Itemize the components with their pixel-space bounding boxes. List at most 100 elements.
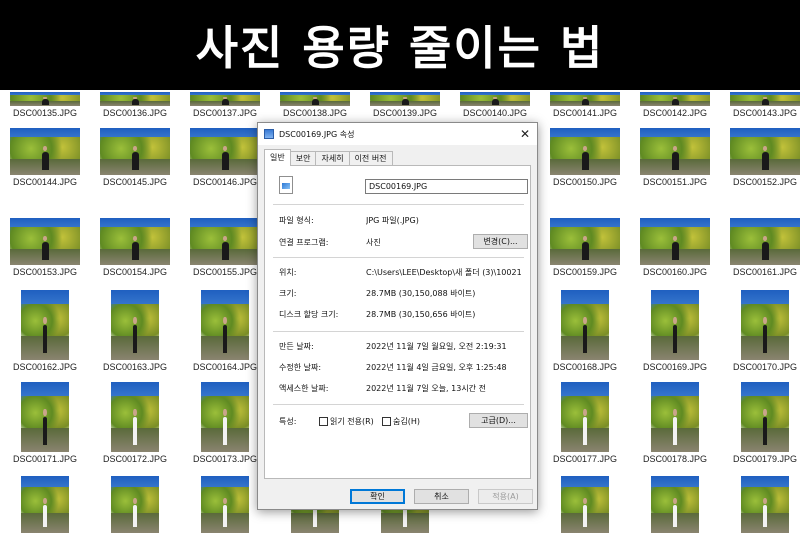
thumbnail-person xyxy=(762,408,768,445)
cancel-button[interactable]: 취소 xyxy=(414,489,469,504)
thumbnail-person xyxy=(131,97,139,105)
checkbox-box[interactable] xyxy=(382,417,391,426)
tab-general[interactable]: 일반 xyxy=(264,149,291,166)
file-name-label: DSC00171.JPG xyxy=(12,454,78,464)
photo-thumbnail xyxy=(460,92,530,106)
change-button[interactable]: 변경(C)... xyxy=(473,234,528,249)
modified-label: 수정한 날짜: xyxy=(279,363,322,372)
divider xyxy=(273,404,524,405)
file-name-label: DSC00160.JPG xyxy=(642,267,708,277)
thumbnail-person xyxy=(581,145,589,171)
photo-thumbnail xyxy=(741,290,789,360)
file-item[interactable]: DSC00177.JPG xyxy=(540,382,630,464)
photo-thumbnail xyxy=(10,128,80,175)
file-name-label: DSC00137.JPG xyxy=(192,108,258,118)
file-item[interactable] xyxy=(540,476,630,533)
file-item[interactable]: DSC00160.JPG xyxy=(630,218,720,277)
photo-thumbnail xyxy=(651,382,699,452)
file-item[interactable]: DSC00136.JPG xyxy=(90,92,180,118)
file-item[interactable]: DSC00141.JPG xyxy=(540,92,630,118)
hidden-checkbox[interactable]: 숨김(H) xyxy=(382,416,420,427)
file-item[interactable]: DSC00137.JPG xyxy=(180,92,270,118)
file-item[interactable]: DSC00169.JPG xyxy=(630,290,720,372)
file-item[interactable]: DSC00171.JPG xyxy=(0,382,90,464)
file-item[interactable]: DSC00153.JPG xyxy=(0,218,90,277)
thumbnail-person xyxy=(762,316,768,353)
file-name-label: DSC00163.JPG xyxy=(102,362,168,372)
file-item[interactable]: DSC00139.JPG xyxy=(360,92,450,118)
file-item[interactable]: DSC00172.JPG xyxy=(90,382,180,464)
photo-thumbnail xyxy=(640,218,710,265)
file-item[interactable]: DSC00142.JPG xyxy=(630,92,720,118)
thumbnail-person xyxy=(401,97,409,105)
file-item[interactable]: DSC00170.JPG xyxy=(720,290,800,372)
modified-value: 2022년 11월 4일 금요일, 오후 1:25:48 xyxy=(366,363,507,372)
divider xyxy=(273,257,524,258)
thumbnail-person xyxy=(42,497,48,528)
file-item[interactable]: DSC00159.JPG xyxy=(540,218,630,277)
photo-thumbnail xyxy=(190,92,260,106)
file-item[interactable]: DSC00150.JPG xyxy=(540,128,630,187)
readonly-checkbox[interactable]: 읽기 전용(R) xyxy=(319,416,374,427)
created-label: 만든 날짜: xyxy=(279,342,314,351)
photo-thumbnail xyxy=(111,382,159,452)
checkbox-box[interactable] xyxy=(319,417,328,426)
thumbnail-person xyxy=(582,408,588,445)
file-item[interactable]: DSC00138.JPG xyxy=(270,92,360,118)
photo-thumbnail xyxy=(651,476,699,533)
file-name-input[interactable]: DSC00169.JPG xyxy=(365,179,528,194)
file-item[interactable]: DSC00154.JPG xyxy=(90,218,180,277)
tab-details[interactable]: 자세히 xyxy=(315,151,350,166)
file-item[interactable]: DSC00179.JPG xyxy=(720,382,800,464)
tab-security[interactable]: 보안 xyxy=(289,151,317,166)
file-name-label: DSC00138.JPG xyxy=(282,108,348,118)
thumbnail-person xyxy=(41,145,49,171)
advanced-button[interactable]: 고급(D)... xyxy=(469,413,528,428)
photo-thumbnail xyxy=(550,92,620,106)
photo-thumbnail xyxy=(651,290,699,360)
thumbnail-person xyxy=(41,97,49,105)
photo-thumbnail xyxy=(730,92,800,106)
file-item[interactable] xyxy=(630,476,720,533)
thumbnail-person xyxy=(42,408,48,445)
ok-button[interactable]: 확인 xyxy=(350,489,405,504)
thumbnail-person xyxy=(671,235,679,261)
file-item[interactable]: DSC00144.JPG xyxy=(0,128,90,187)
opens-with-label: 연결 프로그램: xyxy=(279,238,329,247)
file-item[interactable]: DSC00145.JPG xyxy=(90,128,180,187)
file-item[interactable]: DSC00151.JPG xyxy=(630,128,720,187)
file-name-label: DSC00151.JPG xyxy=(642,177,708,187)
file-item[interactable]: DSC00140.JPG xyxy=(450,92,540,118)
thumbnail-person xyxy=(42,316,48,353)
dialog-titlebar[interactable]: DSC00169.JPG 속성 ✕ xyxy=(258,123,537,145)
close-icon[interactable]: ✕ xyxy=(517,126,533,142)
file-item[interactable]: DSC00168.JPG xyxy=(540,290,630,372)
file-item[interactable]: DSC00161.JPG xyxy=(720,218,800,277)
file-item[interactable] xyxy=(90,476,180,533)
photo-thumbnail xyxy=(561,382,609,452)
photo-thumbnail xyxy=(550,218,620,265)
photo-thumbnail xyxy=(21,290,69,360)
file-name-label: DSC00161.JPG xyxy=(732,267,798,277)
thumbnail-person xyxy=(221,145,229,171)
file-name-label: DSC00172.JPG xyxy=(102,454,168,464)
apply-button[interactable]: 적용(A) xyxy=(478,489,533,504)
file-item[interactable] xyxy=(720,476,800,533)
file-item[interactable]: DSC00152.JPG xyxy=(720,128,800,187)
file-item[interactable]: DSC00135.JPG xyxy=(0,92,90,118)
file-item[interactable]: DSC00162.JPG xyxy=(0,290,90,372)
file-item[interactable]: DSC00163.JPG xyxy=(90,290,180,372)
thumbnail-person xyxy=(132,408,138,445)
file-name-label: DSC00140.JPG xyxy=(462,108,528,118)
file-item[interactable]: DSC00143.JPG xyxy=(720,92,800,118)
thumbnail-person xyxy=(581,235,589,261)
photo-thumbnail xyxy=(21,382,69,452)
thumbnail-person xyxy=(222,497,228,528)
file-item[interactable]: DSC00178.JPG xyxy=(630,382,720,464)
file-item[interactable] xyxy=(0,476,90,533)
tab-previous-versions[interactable]: 이전 버전 xyxy=(348,151,393,166)
thumbnail-person xyxy=(221,97,229,105)
file-name-label: DSC00143.JPG xyxy=(732,108,798,118)
thumbnail-person xyxy=(582,497,588,528)
thumbnail-person xyxy=(581,97,589,105)
